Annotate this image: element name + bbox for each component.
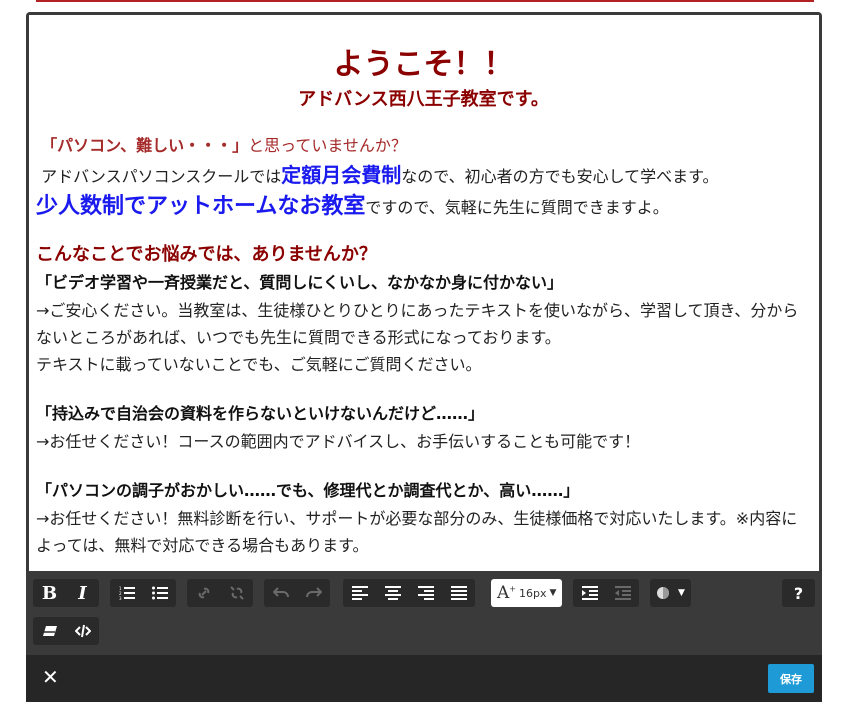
font-size-value: 16px [518,586,547,600]
align-center-icon [384,586,401,600]
item3-body: →お任せください！無料診断を行い、サポートが必要な部分のみ、生徒様価格で対応いた… [36,509,798,555]
color-picker-button[interactable]: ▼ [650,579,691,607]
indent-button[interactable] [573,579,606,607]
item1-body2: テキストに載っていないことでも、ご気軽にご質問ください。 [36,355,482,374]
eraser-icon [42,626,57,636]
undo-icon [272,587,289,598]
item1-body: →ご安心ください。当教室は、生徒様ひとりひとりにあったテキストを使いながら、学習… [36,301,799,347]
editable-content[interactable]: ようこそ！！ アドバンス西八王子教室です。 「パソコン、難しい・・・」と思ってい… [29,15,819,571]
indent-icon [581,586,598,600]
item2-body: →お任せください！コースの範囲内でアドバイスし、お手伝いすることも可能です！ [36,432,641,451]
redo-icon [305,587,322,598]
indent-group [573,579,639,607]
link-button[interactable] [187,579,220,607]
intro-line-class: 少人数制でアットホームなお教室ですので、気軽に先生に質問できますよ。 [36,193,811,221]
unlink-button[interactable] [220,579,253,607]
save-button[interactable]: 保存 [768,664,814,693]
editor-footer: ✕ 保存 [26,655,822,702]
close-icon[interactable]: ✕ [42,665,59,689]
undo-button[interactable] [264,579,297,607]
page-subtitle: アドバンス西八王子教室です。 [298,89,549,110]
inline-editor: ようこそ！！ アドバンス西八王子教室です。 「パソコン、難しい・・・」と思ってい… [26,12,822,702]
align-left-button[interactable] [343,579,376,607]
text-style-group: B I [33,579,99,607]
ordered-list-button[interactable]: 123 [110,579,143,607]
history-group [264,579,330,607]
outdent-button[interactable] [606,579,639,607]
intro-line-fee: アドバンスパソコンスクールでは定額月会費制なので、初心者の方でも安心して学べます… [36,162,811,190]
editor-toolbar: B I 123 A+ 16px ▼ ▼ ? [26,571,822,655]
fee-text-c: なので、初心者の方でも安心して学べます。 [401,167,719,186]
help-icon: ? [793,583,804,603]
class-highlight: 少人数制でアットホームなお教室 [36,194,366,219]
align-right-icon [417,586,434,600]
font-size-icon: A+ [497,583,516,603]
item3-heading: 「パソコンの調子がおかしい……でも、修理代とか調査代とか、高い……」 [36,481,580,500]
align-group [343,579,475,607]
unlink-icon [229,586,244,600]
fee-highlight: 定額月会費制 [281,163,402,187]
link-icon [198,587,209,599]
intro-question-rest: と思っていませんか？ [248,136,407,155]
page-title: ようこそ！！ [333,47,514,82]
fee-text-a: アドバンスパソコンスクールでは [41,167,282,186]
align-justify-icon [450,586,467,600]
intro-question: 「パソコン、難しい・・・」と思っていませんか？ [36,132,811,159]
ordered-list-icon: 123 [119,586,135,600]
align-justify-button[interactable] [442,579,475,607]
source-code-button[interactable] [66,617,99,645]
palette-icon [657,587,669,599]
code-icon [74,624,91,638]
section-heading: こんなことでお悩みでは、ありませんか？ [36,244,377,265]
top-divider [36,0,814,2]
redo-button[interactable] [297,579,330,607]
intro-question-bold: 「パソコン、難しい・・・」 [41,136,249,155]
link-group [187,579,253,607]
outdent-icon [614,586,631,600]
unordered-list-button[interactable] [143,579,176,607]
bold-button[interactable]: B [33,579,66,607]
item1-heading: 「ビデオ学習や一斉授業だと、質問しにくいし、なかなか身に付かない」 [36,273,564,292]
align-center-button[interactable] [376,579,409,607]
list-group: 123 [110,579,176,607]
misc-group [33,617,99,645]
help-button[interactable]: ? [782,579,815,607]
chevron-down-icon: ▼ [678,588,685,598]
clear-format-button[interactable] [33,617,66,645]
italic-button[interactable]: I [66,579,99,607]
font-size-select[interactable]: A+ 16px ▼ [491,579,563,607]
chevron-down-icon: ▼ [549,588,557,598]
class-text: ですので、気軽に先生に質問できますよ。 [365,198,669,217]
item2-heading: 「持込みで自治会の資料を作らないといけないんだけど……」 [36,404,485,423]
unordered-list-icon [151,586,168,600]
svg-text:3: 3 [119,596,122,600]
align-left-icon [351,586,368,600]
align-right-button[interactable] [409,579,442,607]
